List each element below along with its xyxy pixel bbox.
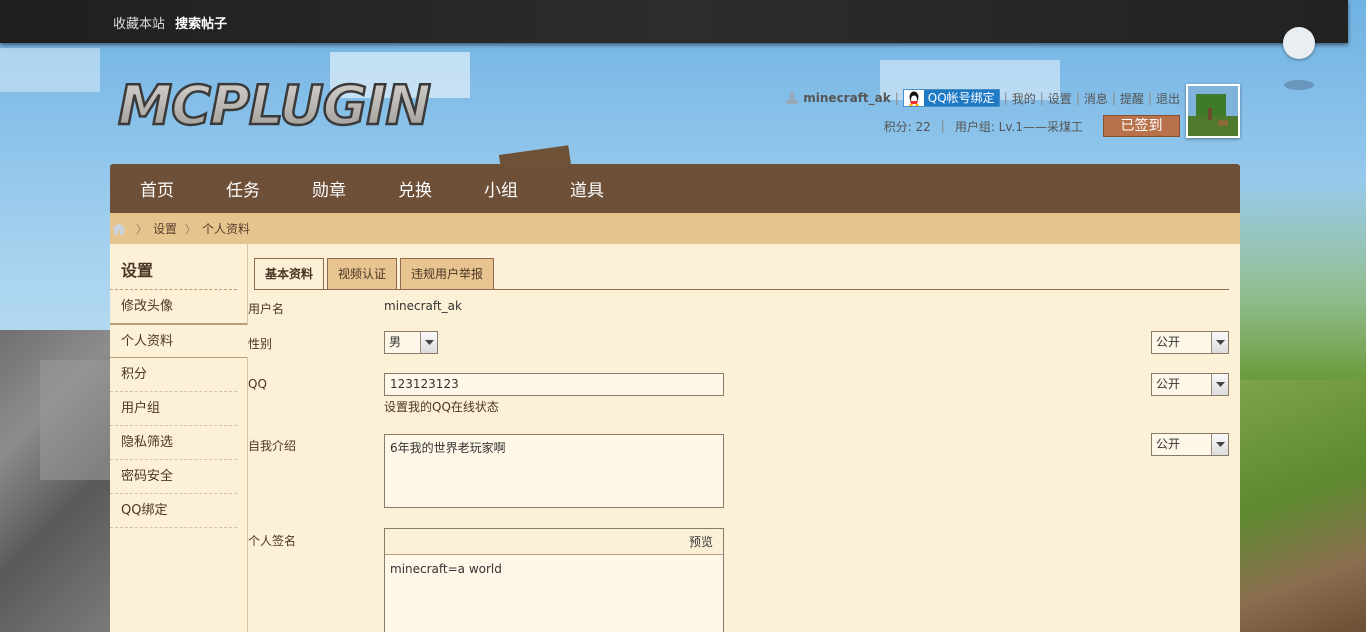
- nav-item-tasks[interactable]: 任务: [226, 176, 260, 201]
- main-nav: 首页 任务 勋章 兑换 小组 道具: [110, 164, 1240, 213]
- qq-privacy-select[interactable]: 公开: [1151, 373, 1229, 396]
- intro-label: 自我介绍: [248, 439, 297, 453]
- breadcrumb-current: 个人资料: [202, 222, 251, 236]
- signature-toolbar: 预览: [385, 529, 723, 555]
- tab-basic-info[interactable]: 基本资料: [254, 258, 325, 290]
- tab-report-user[interactable]: 违规用户举报: [400, 258, 495, 289]
- background-grass: [1240, 380, 1366, 632]
- bookmark-link[interactable]: 收藏本站: [113, 17, 165, 32]
- user-stats-row: 积分: 22 | 用户组: Lv.1——采煤工 已签到: [785, 115, 1180, 137]
- breadcrumb-settings[interactable]: 设置: [153, 220, 177, 237]
- qq-penguin-icon: [904, 90, 924, 106]
- breadcrumb-separator: 〉: [185, 222, 197, 236]
- breadcrumb: 〉 设置 〉 个人资料: [110, 213, 1240, 244]
- separator: |: [1003, 91, 1008, 105]
- settings-link[interactable]: 设置: [1048, 90, 1072, 107]
- gender-select-value: 男: [389, 335, 402, 349]
- sidebar-item-privacy[interactable]: 隐私筛选: [110, 426, 237, 460]
- search-posts-link[interactable]: 搜索帖子: [175, 17, 227, 32]
- gender-privacy-select[interactable]: 公开: [1151, 331, 1229, 354]
- qq-privacy-value: 公开: [1156, 377, 1181, 391]
- top-bar: 收藏本站 搜索帖子: [0, 0, 1348, 43]
- messages-link[interactable]: 消息: [1084, 90, 1108, 107]
- qq-input[interactable]: 123123123: [384, 373, 724, 396]
- nav-item-items[interactable]: 道具: [570, 176, 604, 201]
- sidebar-item-points[interactable]: 积分: [110, 358, 237, 392]
- gender-privacy-value: 公开: [1156, 335, 1181, 349]
- logout-link[interactable]: 退出: [1156, 90, 1180, 107]
- sidebar-item-password[interactable]: 密码安全: [110, 460, 237, 494]
- profile-tabs: 基本资料 视频认证 违规用户举报: [254, 258, 495, 290]
- qq-label: QQ: [248, 377, 267, 391]
- main-panel: 设置 修改头像 个人资料 积分 用户组 隐私筛选 密码安全 QQ绑定 基本资料 …: [110, 244, 1240, 632]
- user-info: minecraft_ak | QQ帐号绑定 | 我的 | 设置 | 消息 | 提…: [785, 88, 1180, 137]
- floating-circle-button[interactable]: [1283, 27, 1315, 59]
- nav-item-groups[interactable]: 小组: [484, 176, 518, 201]
- intro-privacy-select[interactable]: 公开: [1151, 433, 1229, 456]
- notifications-link[interactable]: 提醒: [1120, 90, 1144, 107]
- nav-item-home[interactable]: 首页: [140, 176, 174, 201]
- gender-select[interactable]: 男: [384, 331, 438, 354]
- my-link[interactable]: 我的: [1012, 90, 1036, 107]
- chevron-down-icon: [1211, 434, 1228, 455]
- logo-graphic: MCPLUGIN: [117, 73, 433, 139]
- intro-privacy-value: 公开: [1156, 437, 1181, 451]
- background-shadow: [1284, 80, 1314, 90]
- checkin-button[interactable]: 已签到: [1103, 115, 1180, 137]
- separator: |: [940, 119, 945, 133]
- intro-textarea[interactable]: 6年我的世界老玩家啊: [384, 434, 724, 508]
- qq-status-hint[interactable]: 设置我的QQ在线状态: [384, 398, 499, 415]
- user-icon: [785, 91, 799, 105]
- background-tree: [1240, 180, 1366, 380]
- settings-sidebar: 设置 修改头像 个人资料 积分 用户组 隐私筛选 密码安全 QQ绑定: [110, 244, 248, 632]
- user-links-row: minecraft_ak | QQ帐号绑定 | 我的 | 设置 | 消息 | 提…: [785, 88, 1180, 108]
- signature-editor: 预览 minecraft=a world: [384, 528, 724, 632]
- signature-label: 个人签名: [248, 534, 297, 548]
- username-link[interactable]: minecraft_ak: [803, 91, 890, 105]
- nav-item-exchange[interactable]: 兑换: [398, 176, 432, 201]
- svg-text:MCPLUGIN: MCPLUGIN: [118, 74, 431, 132]
- gender-label: 性别: [248, 337, 273, 351]
- nav-item-medals[interactable]: 勋章: [312, 176, 346, 201]
- breadcrumb-separator: 〉: [136, 222, 147, 236]
- qq-bind-button[interactable]: QQ帐号绑定: [902, 89, 1000, 107]
- home-icon[interactable]: [112, 222, 126, 235]
- username-label: 用户名: [248, 302, 285, 316]
- chevron-down-icon: [420, 332, 437, 353]
- qq-bind-label: QQ帐号绑定: [923, 90, 999, 106]
- background-cloud: [0, 48, 100, 92]
- sidebar-item-usergroup[interactable]: 用户组: [110, 392, 237, 426]
- chevron-down-icon: [1211, 332, 1228, 353]
- separator: |: [894, 91, 899, 105]
- sidebar-title: 设置: [110, 244, 237, 290]
- profile-content: 基本资料 视频认证 违规用户举报 用户名 minecraft_ak 性别 男 公…: [248, 244, 1240, 632]
- separator: |: [1039, 91, 1044, 105]
- chevron-down-icon: [1211, 374, 1228, 395]
- tab-video-verify[interactable]: 视频认证: [327, 258, 398, 289]
- sidebar-item-avatar[interactable]: 修改头像: [110, 290, 247, 324]
- separator: |: [1111, 91, 1116, 105]
- tab-divider: [254, 289, 1229, 290]
- separator: |: [1147, 91, 1152, 105]
- points-link[interactable]: 积分: 22: [884, 118, 931, 135]
- separator: |: [1075, 91, 1080, 105]
- avatar[interactable]: [1186, 84, 1240, 138]
- background-mountain-detail: [40, 360, 110, 480]
- sidebar-item-qq[interactable]: QQ绑定: [110, 494, 237, 528]
- sidebar-item-profile[interactable]: 个人资料: [110, 324, 248, 358]
- signature-textarea[interactable]: minecraft=a world: [385, 555, 723, 583]
- preview-button[interactable]: 预览: [689, 535, 713, 549]
- site-logo[interactable]: MCPLUGIN: [116, 73, 434, 139]
- top-links: 收藏本站 搜索帖子: [113, 13, 233, 32]
- user-group-link[interactable]: 用户组: Lv.1——采煤工: [955, 118, 1083, 135]
- username-value: minecraft_ak: [384, 299, 462, 313]
